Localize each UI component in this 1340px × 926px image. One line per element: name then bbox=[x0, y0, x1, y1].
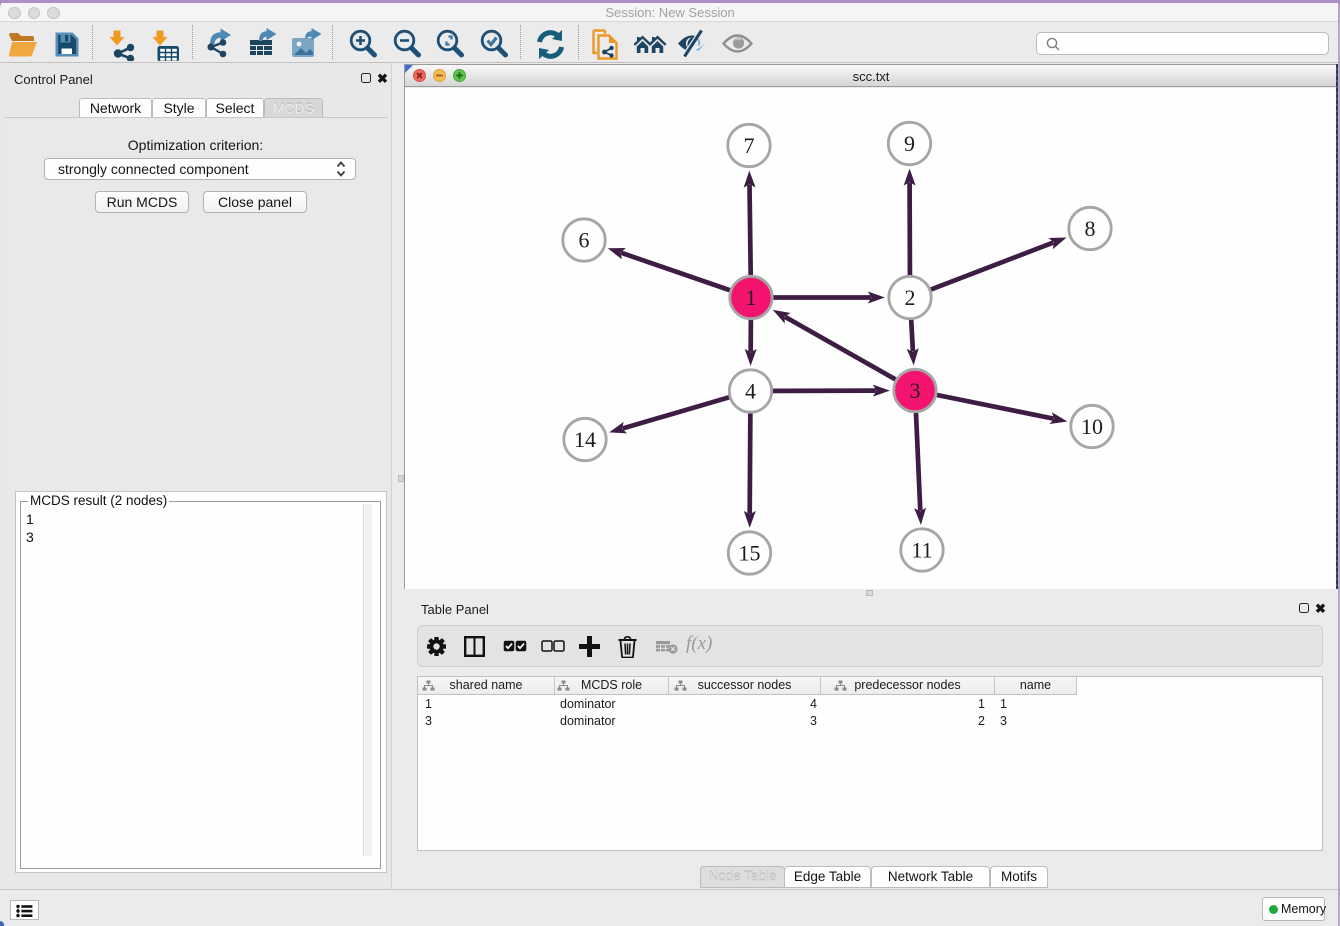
svg-text:7: 7 bbox=[744, 133, 755, 158]
svg-text:14: 14 bbox=[574, 427, 596, 452]
svg-text:3: 3 bbox=[910, 378, 921, 403]
svg-text:8: 8 bbox=[1085, 216, 1096, 241]
svg-text:11: 11 bbox=[911, 538, 932, 563]
svg-text:2: 2 bbox=[905, 285, 916, 310]
svg-text:6: 6 bbox=[579, 228, 590, 253]
svg-text:9: 9 bbox=[904, 131, 915, 156]
svg-text:4: 4 bbox=[745, 379, 756, 404]
svg-text:1: 1 bbox=[746, 285, 757, 310]
svg-text:10: 10 bbox=[1081, 414, 1103, 439]
svg-text:15: 15 bbox=[739, 541, 761, 566]
